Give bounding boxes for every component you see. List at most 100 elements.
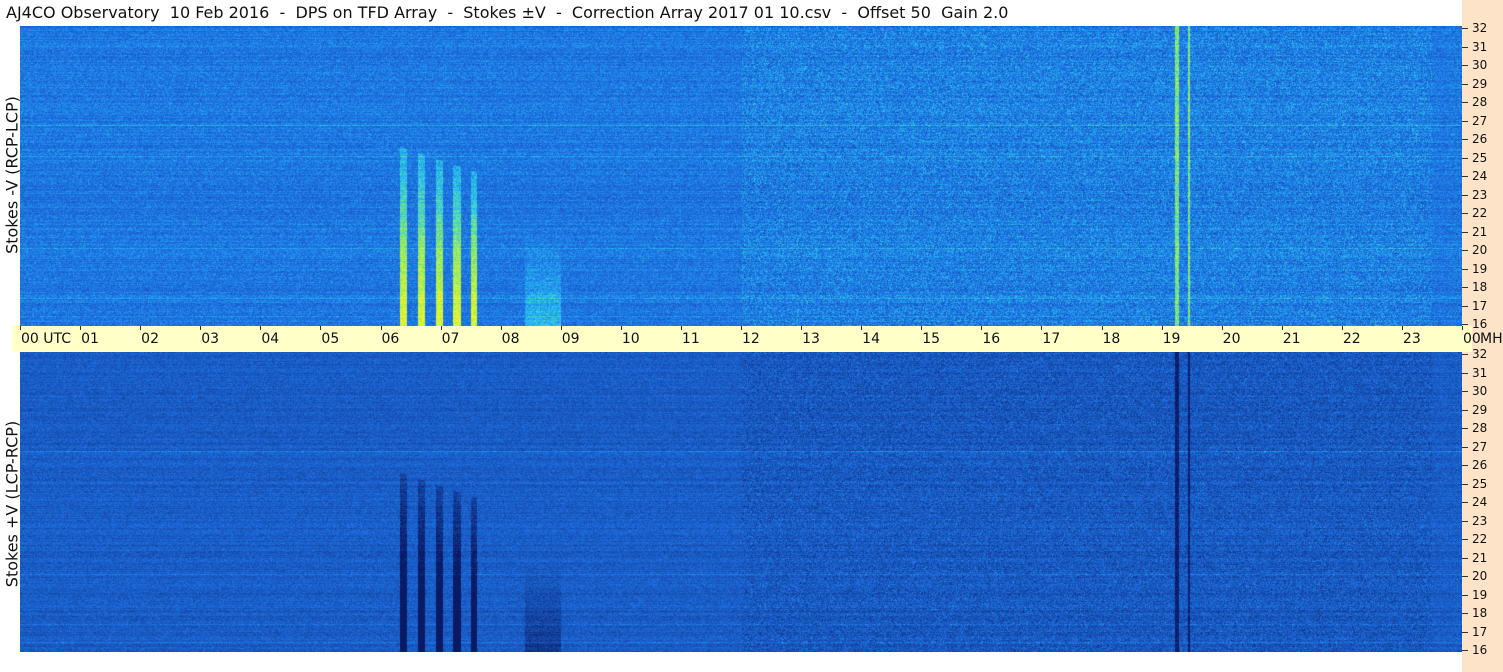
time-tick-label: 21 — [1282, 331, 1301, 347]
time-tick-label: 01 — [81, 331, 99, 347]
freq-tick-mark — [1462, 250, 1468, 251]
spectrogram-bottom-canvas — [20, 352, 1462, 652]
freq-tick-mark — [1462, 391, 1468, 392]
freq-tick-mark — [1462, 428, 1468, 429]
freq-tick-label: 27 — [1472, 439, 1488, 454]
freq-tick-mark — [1462, 102, 1468, 103]
freq-tick-mark — [1462, 465, 1468, 466]
time-tick-label: 23 — [1402, 331, 1421, 347]
freq-tick-label: 22 — [1472, 206, 1488, 220]
freq-tick-label: 19 — [1472, 587, 1488, 602]
time-tick-mark — [1341, 326, 1343, 330]
freq-tick-mark — [1462, 446, 1468, 448]
time-tick-label: 15 — [922, 331, 941, 347]
time-tick-mark — [1221, 326, 1223, 330]
freq-tick-label: 22 — [1472, 532, 1488, 546]
time-tick-mark — [380, 326, 382, 330]
time-tick-label: 07 — [441, 331, 460, 347]
time-tick-label: 09 — [561, 331, 580, 347]
time-tick-mark — [620, 326, 622, 330]
freq-tick-label: 17 — [1472, 298, 1488, 313]
freq-tick-label: 26 — [1472, 458, 1488, 472]
freq-tick-label: 28 — [1472, 421, 1488, 435]
freq-tick-label: 32 — [1472, 347, 1488, 361]
freq-tick-label: 23 — [1472, 513, 1488, 528]
freq-tick-label: 25 — [1472, 150, 1488, 165]
time-tick-mark — [1041, 326, 1043, 330]
freq-tick-label: 16 — [1472, 317, 1488, 331]
freq-tick-mark — [1462, 576, 1468, 577]
spectrogram-bottom — [20, 352, 1462, 652]
freq-tick-label: 18 — [1472, 280, 1488, 294]
time-tick-label: 22 — [1342, 331, 1361, 347]
freq-tick-mark — [1462, 539, 1468, 540]
time-tick-mark — [500, 326, 502, 330]
freq-tick-label: 19 — [1472, 261, 1488, 276]
freq-tick-label: 17 — [1472, 624, 1488, 639]
freq-tick-mark — [1462, 287, 1468, 288]
time-tick-label: 16 — [982, 331, 1001, 347]
freq-tick-mark — [1462, 650, 1468, 651]
freq-tick-mark — [1462, 120, 1468, 122]
freq-tick-label: 16 — [1472, 643, 1488, 657]
time-tick-mark — [1161, 326, 1163, 330]
freq-tick-mark — [1462, 139, 1468, 140]
freq-tick-label: 18 — [1472, 606, 1488, 620]
time-tick-mark — [260, 326, 262, 330]
time-tick-label: 04 — [261, 331, 280, 347]
time-tick-mark — [320, 326, 322, 330]
freq-tick-mark — [1462, 594, 1468, 596]
freq-tick-mark — [1462, 157, 1468, 159]
freq-axis-top: 32 31 30 29 28 27 26 25 24 23 22 21 20 19 18 17 16 — [1462, 21, 1503, 331]
freq-tick-mark — [1462, 176, 1468, 177]
bottom-panel-ylabel: Stokes +V (LCP-RCP) — [2, 420, 22, 588]
freq-tick-label: 21 — [1472, 224, 1488, 239]
time-tick-mark — [560, 326, 562, 330]
freq-tick-mark — [1462, 409, 1468, 411]
time-tick-label: 05 — [321, 331, 340, 347]
time-tick-mark — [1401, 326, 1403, 330]
freq-tick-mark — [1462, 305, 1468, 307]
time-tick-mark — [981, 326, 983, 330]
freq-tick-label: 24 — [1472, 495, 1488, 509]
freq-tick-label: 31 — [1472, 39, 1488, 54]
freq-tick-label: 32 — [1472, 21, 1488, 35]
freq-tick-label: 21 — [1472, 550, 1488, 565]
time-tick-label: 00 UTC — [21, 331, 72, 347]
freq-tick-mark — [1462, 613, 1468, 614]
spectrogram-top-canvas — [20, 26, 1462, 326]
time-tick-label: 17 — [1042, 331, 1061, 347]
time-tick-mark — [861, 326, 863, 330]
time-tick-label: 18 — [1102, 331, 1121, 347]
freq-tick-mark — [1462, 520, 1468, 522]
time-axis: 00 UTC 01 02 03 04 05 06 07 08 09 10 11 12 13 14 15 16 17… — [12, 326, 1503, 352]
freq-tick-mark — [1462, 268, 1468, 270]
freq-tick-label: 30 — [1472, 384, 1488, 398]
freq-tick-mark — [1462, 502, 1468, 503]
freq-tick-label: 24 — [1472, 169, 1488, 183]
freq-tick-label: 23 — [1472, 187, 1488, 202]
time-tick-mark — [921, 326, 923, 330]
freq-tick-mark — [1462, 83, 1468, 85]
time-tick-mark — [20, 326, 21, 330]
freq-tick-mark — [1462, 324, 1468, 325]
freq-tick-label: 29 — [1472, 402, 1488, 417]
freq-tick-label: 26 — [1472, 132, 1488, 146]
freq-tick-label: 20 — [1472, 569, 1488, 583]
freq-tick-mark — [1462, 372, 1468, 374]
time-tick-label: 06 — [381, 331, 400, 347]
time-tick-mark — [80, 326, 82, 330]
top-panel-ylabel: Stokes -V (RCP-LCP) — [2, 96, 22, 254]
freq-tick-mark — [1462, 194, 1468, 196]
time-tick-label: 11 — [681, 331, 700, 347]
time-tick-label: 12 — [742, 331, 760, 347]
freq-tick-mark — [1462, 631, 1468, 633]
bottom-margin — [20, 652, 1462, 672]
time-tick-mark — [741, 326, 742, 330]
freq-tick-label: 20 — [1472, 243, 1488, 257]
freq-tick-label: 28 — [1472, 95, 1488, 109]
freq-tick-mark — [1462, 46, 1468, 48]
freq-axis-bottom: 32 31 30 29 28 27 26 25 24 23 22 21 20 19 18 17 16 — [1462, 347, 1503, 657]
freq-tick-mark — [1462, 557, 1468, 559]
freq-tick-mark — [1462, 28, 1468, 29]
